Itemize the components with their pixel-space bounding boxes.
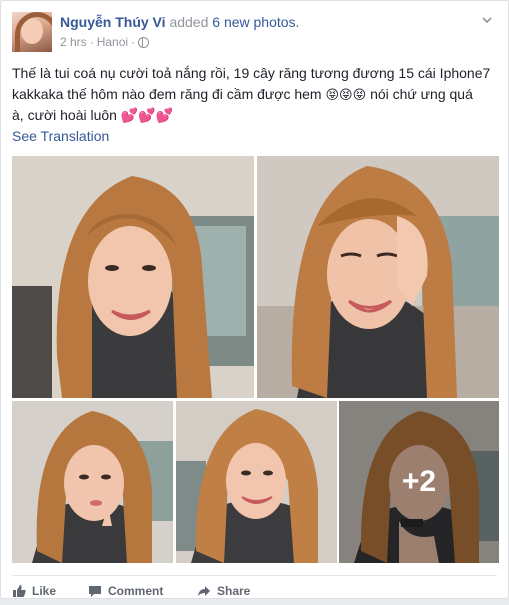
share-arrow-icon (197, 584, 211, 598)
post-message: Thế là tui coá nụ cười toả nắng rồi, 19 … (12, 63, 502, 126)
photo-count-link[interactable]: 6 new photos. (212, 14, 299, 30)
meta-separator-2: · (131, 35, 136, 49)
message-line-2: kakkaka thế hôm nào đem răng đi cầm được… (12, 86, 322, 102)
heart-emoji-icon: 💕 (155, 107, 174, 123)
message-line-3: à, cười hoài luôn (12, 107, 117, 123)
heart-emoji-icon: 💕 (120, 107, 139, 123)
more-photos-count[interactable]: +2 (339, 401, 499, 563)
laugh-emoji-icon: 😝 (325, 87, 340, 102)
action-text: added (169, 14, 209, 30)
laugh-emoji-icon: 😝 (339, 87, 353, 102)
meta-separator: · (89, 35, 94, 49)
message-line-1: Thế là tui coá nụ cười toả nắng rồi, 19 … (12, 65, 491, 81)
message-line-2-tail: nói chứ ưng quá (370, 86, 473, 102)
share-button[interactable]: Share (197, 584, 250, 598)
share-label: Share (217, 584, 251, 598)
post-actions: Like Comment Share (12, 575, 497, 605)
post-time[interactable]: 2 hrs (60, 35, 87, 49)
photo-5-more[interactable]: +2 (339, 401, 499, 563)
thumbs-up-icon (12, 584, 26, 598)
author-name[interactable]: Nguyễn Thúy Vi (60, 14, 166, 30)
feed-post: Nguyễn Thúy Vi added 6 new photos. 2 hrs… (0, 0, 509, 599)
avatar[interactable] (12, 12, 52, 52)
comment-button[interactable]: Comment (88, 584, 163, 598)
post-location[interactable]: Hanoi (97, 35, 128, 49)
photo-1[interactable] (12, 156, 254, 398)
see-translation-link[interactable]: See Translation (12, 128, 109, 144)
post-title: Nguyễn Thúy Vi added 6 new photos. (60, 14, 299, 30)
photo-3[interactable] (12, 401, 173, 563)
comment-label: Comment (108, 584, 164, 598)
like-label: Like (32, 584, 57, 598)
laugh-emoji-icon: 😝 (352, 87, 367, 102)
chevron-down-icon[interactable] (481, 14, 495, 28)
speech-bubble-icon (88, 584, 102, 598)
photo-4[interactable] (176, 401, 337, 563)
like-button[interactable]: Like (12, 584, 56, 598)
post-header: Nguyễn Thúy Vi added 6 new photos. 2 hrs… (12, 12, 497, 54)
photo-2[interactable] (257, 156, 499, 398)
heart-emoji-icon: 💕 (138, 107, 156, 123)
globe-icon[interactable] (138, 36, 150, 48)
post-meta: 2 hrs · Hanoi · (60, 35, 150, 49)
